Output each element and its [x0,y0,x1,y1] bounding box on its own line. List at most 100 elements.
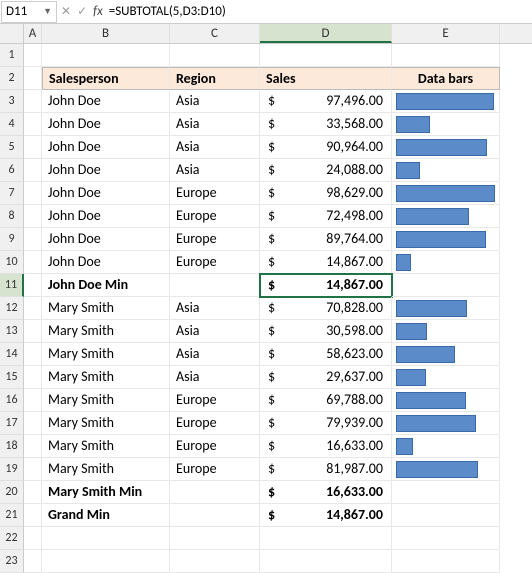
cell[interactable] [24,113,42,136]
cell[interactable] [42,550,170,573]
row-header[interactable]: 21 [0,504,24,527]
sales-cell[interactable]: $72,498.00 [260,205,392,228]
cell[interactable] [42,44,170,67]
cell[interactable] [24,389,42,412]
row-header[interactable]: 17 [0,412,24,435]
databar-cell[interactable] [392,412,500,435]
cell[interactable] [24,527,42,550]
cell[interactable] [24,458,42,481]
region-cell[interactable]: Europe [170,389,260,412]
region-cell[interactable]: Europe [170,182,260,205]
cell[interactable] [24,366,42,389]
region-cell[interactable]: Asia [170,159,260,182]
databar-cell[interactable] [392,251,500,274]
sales-cell[interactable]: $90,964.00 [260,136,392,159]
salesperson-cell[interactable]: John Doe Min [42,274,170,297]
cell[interactable] [392,527,500,550]
databar-cell[interactable] [392,90,500,113]
salesperson-cell[interactable]: Mary Smith [42,435,170,458]
row-header[interactable]: 23 [0,550,24,573]
salesperson-cell[interactable]: John Doe [42,205,170,228]
sales-cell[interactable]: $79,939.00 [260,412,392,435]
cell[interactable] [24,343,42,366]
sales-cell[interactable]: $89,764.00 [260,228,392,251]
databar-cell[interactable] [392,504,500,527]
cell[interactable] [24,67,42,90]
salesperson-cell[interactable]: John Doe [42,182,170,205]
cell[interactable] [392,44,500,67]
region-cell[interactable]: Europe [170,228,260,251]
cell[interactable] [260,527,392,550]
salesperson-cell[interactable]: Mary Smith [42,297,170,320]
col-header-c[interactable]: C [170,24,260,43]
cell[interactable] [24,251,42,274]
region-cell[interactable]: Europe [170,458,260,481]
cell[interactable] [24,412,42,435]
cell[interactable] [24,159,42,182]
sales-cell[interactable]: $58,623.00 [260,343,392,366]
databar-cell[interactable] [392,274,500,297]
row-header[interactable]: 19 [0,458,24,481]
sales-cell[interactable]: $29,637.00 [260,366,392,389]
cell[interactable] [170,550,260,573]
formula-input[interactable]: =SUBTOTAL(5,D3:D10) [109,4,226,19]
row-header[interactable]: 11 [0,274,24,297]
databar-cell[interactable] [392,320,500,343]
region-cell[interactable]: Europe [170,205,260,228]
row-header[interactable]: 18 [0,435,24,458]
row-header[interactable]: 20 [0,481,24,504]
databar-cell[interactable] [392,228,500,251]
region-cell[interactable]: Europe [170,251,260,274]
row-header[interactable]: 22 [0,527,24,550]
header-sales[interactable]: Sales [260,67,392,90]
sales-cell[interactable]: $97,496.00 [260,90,392,113]
cell[interactable] [24,228,42,251]
sales-cell[interactable]: $14,867.00 [260,274,392,297]
col-header-a[interactable]: A [24,24,42,43]
region-cell[interactable] [170,504,260,527]
salesperson-cell[interactable]: Mary Smith [42,412,170,435]
chevron-down-icon[interactable]: ▼ [43,6,52,17]
databar-cell[interactable] [392,297,500,320]
salesperson-cell[interactable]: John Doe [42,90,170,113]
salesperson-cell[interactable]: John Doe [42,251,170,274]
row-header[interactable]: 4 [0,113,24,136]
cell[interactable] [24,550,42,573]
col-header-d[interactable]: D [260,24,392,43]
databar-cell[interactable] [392,366,500,389]
salesperson-cell[interactable]: Mary Smith [42,320,170,343]
row-header[interactable]: 13 [0,320,24,343]
cell[interactable] [24,136,42,159]
cell[interactable] [24,481,42,504]
header-region[interactable]: Region [170,67,260,90]
row-header[interactable]: 5 [0,136,24,159]
sales-cell[interactable]: $14,867.00 [260,504,392,527]
sales-cell[interactable]: $30,598.00 [260,320,392,343]
salesperson-cell[interactable]: Mary Smith [42,343,170,366]
sales-cell[interactable]: $98,629.00 [260,182,392,205]
cell[interactable] [24,320,42,343]
cell[interactable] [260,550,392,573]
salesperson-cell[interactable]: John Doe [42,113,170,136]
region-cell[interactable]: Asia [170,320,260,343]
sales-cell[interactable]: $33,568.00 [260,113,392,136]
cell[interactable] [170,44,260,67]
row-header[interactable]: 9 [0,228,24,251]
databar-cell[interactable] [392,343,500,366]
databar-cell[interactable] [392,458,500,481]
salesperson-cell[interactable]: John Doe [42,228,170,251]
row-header[interactable]: 3 [0,90,24,113]
cell[interactable] [42,527,170,550]
region-cell[interactable]: Asia [170,113,260,136]
cell[interactable] [24,90,42,113]
salesperson-cell[interactable]: John Doe [42,136,170,159]
salesperson-cell[interactable]: Mary Smith Min [42,481,170,504]
name-box[interactable]: D11 ▼ [1,1,57,23]
header-databars[interactable]: Data bars [392,67,500,90]
sales-cell[interactable]: $81,987.00 [260,458,392,481]
sales-cell[interactable]: $16,633.00 [260,435,392,458]
sales-cell[interactable]: $69,788.00 [260,389,392,412]
salesperson-cell[interactable]: Mary Smith [42,366,170,389]
row-header[interactable]: 2 [0,67,24,90]
cell[interactable] [24,504,42,527]
